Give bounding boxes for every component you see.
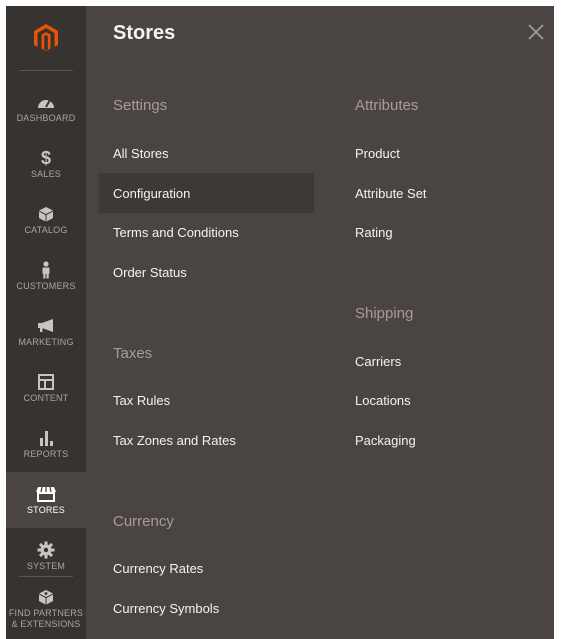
- menu-link-order-status[interactable]: Order Status: [113, 265, 187, 281]
- menu-link-rating[interactable]: Rating: [355, 225, 393, 241]
- nav-stores-label: STORES: [26, 505, 66, 515]
- menu-link-locations[interactable]: Locations: [355, 393, 411, 409]
- nav-content-label: CONTENT: [23, 393, 69, 403]
- admin-sidebar: DASHBOARD $ SALES CATALOG CUSTOMERS MARK…: [6, 6, 86, 639]
- nav-marketing-label: MARKETING: [18, 337, 74, 347]
- nav-find-partners-label-line1: FIND PARTNERS: [8, 608, 84, 618]
- nav-reports-label: REPORTS: [23, 449, 69, 459]
- storefront-icon: [36, 485, 56, 503]
- panel-title: Stores: [113, 22, 176, 44]
- nav-marketing[interactable]: MARKETING: [6, 304, 86, 360]
- person-icon: [40, 261, 52, 279]
- menu-link-currency-rates[interactable]: Currency Rates: [113, 561, 203, 577]
- puzzle-cube-icon: [38, 588, 54, 606]
- menu-link-tax-zones-and-rates[interactable]: Tax Zones and Rates: [113, 433, 236, 449]
- menu-link-carriers[interactable]: Carriers: [355, 354, 401, 370]
- nav-customers-label: CUSTOMERS: [16, 281, 76, 291]
- nav-customers[interactable]: CUSTOMERS: [6, 248, 86, 304]
- menu-link-currency-symbols[interactable]: Currency Symbols: [113, 601, 219, 617]
- sidebar-divider: [19, 70, 73, 71]
- gear-icon: [37, 541, 55, 559]
- stores-flyout-panel: Stores Settings All Stores Configuration…: [86, 6, 554, 639]
- section-title-taxes: Taxes: [113, 345, 153, 362]
- box-icon: [38, 205, 54, 223]
- nav-sales[interactable]: $ SALES: [6, 136, 86, 192]
- section-title-currency: Currency: [113, 513, 174, 530]
- close-icon: [528, 24, 544, 40]
- nav-reports[interactable]: REPORTS: [6, 416, 86, 472]
- magento-logo-icon: [34, 24, 58, 51]
- nav-sales-label: SALES: [30, 169, 62, 179]
- menu-link-attribute-set[interactable]: Attribute Set: [355, 186, 427, 202]
- nav-system-label: SYSTEM: [26, 561, 66, 571]
- menu-link-terms-and-conditions[interactable]: Terms and Conditions: [113, 225, 239, 241]
- sidebar-divider: [19, 576, 73, 577]
- nav-find-partners[interactable]: FIND PARTNERS & EXTENSIONS: [6, 580, 86, 638]
- admin-frame: DASHBOARD $ SALES CATALOG CUSTOMERS MARK…: [0, 0, 563, 639]
- logo[interactable]: [6, 6, 86, 70]
- section-title-shipping: Shipping: [355, 305, 414, 322]
- speedometer-icon: [37, 93, 55, 111]
- nav-content[interactable]: CONTENT: [6, 360, 86, 416]
- bar-chart-icon: [38, 429, 54, 447]
- menu-link-configuration[interactable]: Configuration: [113, 186, 190, 202]
- megaphone-icon: [37, 317, 55, 335]
- section-title-attributes: Attributes: [355, 97, 419, 114]
- menu-link-all-stores[interactable]: All Stores: [113, 146, 169, 162]
- nav-catalog[interactable]: CATALOG: [6, 192, 86, 248]
- nav-catalog-label: CATALOG: [24, 225, 68, 235]
- menu-link-tax-rules[interactable]: Tax Rules: [113, 393, 170, 409]
- nav-stores[interactable]: STORES: [6, 472, 86, 528]
- menu-link-packaging[interactable]: Packaging: [355, 433, 416, 449]
- close-button[interactable]: [527, 23, 545, 41]
- nav-find-partners-label-line2: & EXTENSIONS: [11, 619, 81, 629]
- nav-dashboard-label: DASHBOARD: [16, 113, 76, 123]
- section-title-settings: Settings: [113, 97, 168, 114]
- dollar-icon: $: [40, 148, 51, 168]
- nav-dashboard[interactable]: DASHBOARD: [6, 80, 86, 136]
- menu-link-product[interactable]: Product: [355, 146, 400, 162]
- layout-icon: [38, 373, 54, 391]
